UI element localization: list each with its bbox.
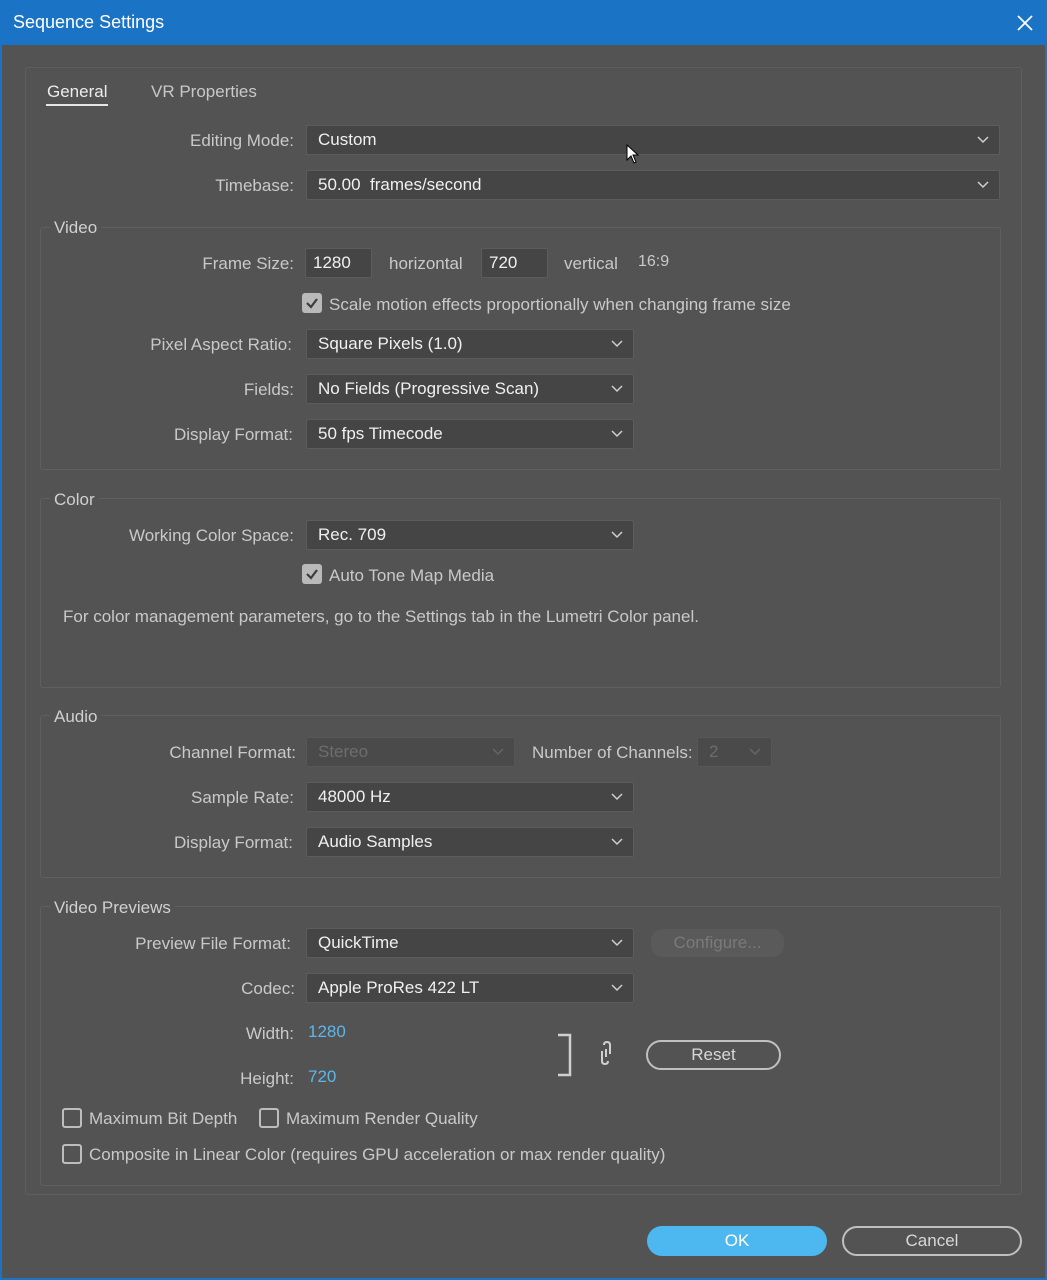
working-color-space-select[interactable]: Rec. 709 (306, 520, 634, 550)
fields-label: Fields: (243, 380, 294, 399)
chevron-down-icon (611, 793, 623, 801)
frame-width-input[interactable]: 1280 (305, 248, 372, 278)
mouse-cursor-icon (626, 144, 640, 164)
frame-size-label: Frame Size: (202, 254, 294, 273)
scale-motion-checkbox[interactable] (302, 293, 322, 313)
title-bar: Sequence Settings (0, 0, 1047, 45)
sample-rate-select[interactable]: 48000 Hz (306, 782, 634, 812)
editing-mode-label: Editing Mode: (190, 131, 294, 150)
color-section-title: Color (50, 490, 99, 510)
max-bit-depth-checkbox[interactable] (62, 1108, 82, 1128)
pixel-aspect-ratio-select[interactable]: Square Pixels (1.0) (306, 329, 634, 359)
chevron-down-icon (749, 748, 761, 756)
editing-mode-select[interactable]: Custom (306, 125, 1000, 155)
video-section-title: Video (50, 218, 102, 238)
working-color-space-value: Rec. 709 (318, 525, 387, 544)
auto-tone-map-checkbox[interactable] (302, 564, 322, 584)
number-of-channels-label: Number of Channels: (532, 743, 693, 762)
chevron-down-icon (611, 531, 623, 539)
chevron-down-icon (977, 181, 989, 189)
preview-file-format-label: Preview File Format: (135, 934, 291, 953)
preview-file-format-select[interactable]: QuickTime (306, 928, 634, 958)
reset-button[interactable]: Reset (646, 1040, 781, 1070)
video-display-format-label: Display Format: (173, 425, 293, 444)
max-render-quality-checkbox[interactable] (259, 1108, 279, 1128)
chevron-down-icon (611, 340, 623, 348)
video-display-format-value: 50 fps Timecode (318, 424, 443, 443)
tab-general-underline (46, 104, 108, 106)
codec-select[interactable]: Apple ProRes 422 LT (306, 973, 634, 1003)
number-of-channels-select[interactable]: 2 (697, 737, 772, 767)
tab-vr-properties[interactable]: VR Properties (151, 82, 257, 102)
horizontal-label: horizontal (389, 254, 463, 273)
fields-value: No Fields (Progressive Scan) (318, 379, 540, 398)
frame-width-value: 1280 (313, 253, 351, 272)
chevron-down-icon (611, 385, 623, 393)
chevron-down-icon (611, 838, 623, 846)
chevron-down-icon (611, 984, 623, 992)
preview-width-label: Width: (245, 1024, 294, 1043)
dimension-bracket-icon (558, 1033, 572, 1077)
codec-label: Codec: (241, 979, 295, 998)
timebase-label: Timebase: (215, 176, 294, 195)
color-management-info: For color management parameters, go to t… (63, 607, 699, 626)
aspect-ratio-readout: 16:9 (638, 253, 670, 270)
checkmark-icon (306, 298, 318, 309)
max-bit-depth-label: Maximum Bit Depth (89, 1109, 238, 1128)
number-of-channels-value: 2 (709, 742, 719, 761)
composite-linear-label: Composite in Linear Color (requires GPU … (89, 1145, 666, 1164)
sample-rate-label: Sample Rate: (191, 788, 294, 807)
pixel-aspect-ratio-label: Pixel Aspect Ratio: (150, 335, 292, 354)
max-render-quality-label: Maximum Render Quality (286, 1109, 478, 1128)
timebase-value: 50.00 frames/second (318, 175, 482, 194)
checkmark-icon (306, 569, 318, 580)
cancel-button[interactable]: Cancel (842, 1226, 1022, 1256)
audio-display-format-value: Audio Samples (318, 832, 433, 851)
composite-linear-checkbox[interactable] (62, 1144, 82, 1164)
channel-format-value: Stereo (318, 742, 369, 761)
channel-format-label: Channel Format: (169, 743, 296, 762)
fields-select[interactable]: No Fields (Progressive Scan) (306, 374, 634, 404)
pixel-aspect-ratio-value: Square Pixels (1.0) (318, 334, 463, 353)
working-color-space-label: Working Color Space: (128, 526, 294, 545)
timebase-select[interactable]: 50.00 frames/second (306, 170, 1000, 200)
codec-value: Apple ProRes 422 LT (318, 978, 480, 997)
video-display-format-select[interactable]: 50 fps Timecode (306, 419, 634, 449)
chevron-down-icon (611, 939, 623, 947)
video-previews-section-title: Video Previews (50, 898, 175, 918)
sample-rate-value: 48000 Hz (318, 787, 391, 806)
configure-button[interactable]: Configure... (651, 929, 784, 957)
tab-general[interactable]: General (47, 82, 107, 102)
close-button[interactable] (1003, 0, 1047, 45)
window-title: Sequence Settings (13, 12, 165, 32)
vertical-label: vertical (564, 254, 618, 273)
preview-file-format-value: QuickTime (318, 933, 399, 952)
close-icon (1017, 14, 1033, 31)
audio-section-title: Audio (50, 707, 102, 727)
editing-mode-value: Custom (318, 130, 377, 149)
chevron-down-icon (611, 430, 623, 438)
audio-display-format-select[interactable]: Audio Samples (306, 827, 634, 857)
frame-height-input[interactable]: 720 (481, 248, 548, 278)
scale-motion-label: Scale motion effects proportionally when… (329, 295, 791, 314)
preview-height-label: Height: (240, 1069, 294, 1088)
preview-height-value[interactable]: 720 (308, 1067, 336, 1087)
frame-height-value: 720 (489, 253, 518, 272)
chevron-down-icon (977, 136, 989, 144)
ok-button[interactable]: OK (647, 1226, 827, 1256)
chevron-down-icon (492, 748, 504, 756)
preview-width-value[interactable]: 1280 (308, 1022, 346, 1042)
auto-tone-map-label: Auto Tone Map Media (329, 566, 495, 585)
audio-display-format-label: Display Format: (173, 833, 293, 852)
channel-format-select[interactable]: Stereo (306, 737, 515, 767)
link-icon[interactable] (598, 1041, 614, 1065)
